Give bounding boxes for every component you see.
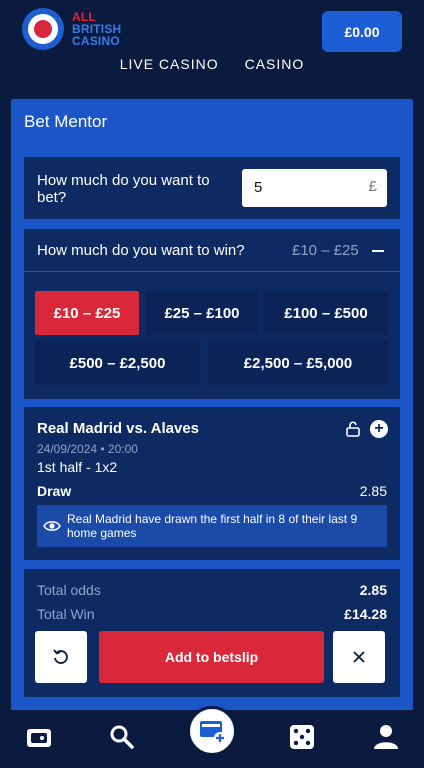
- win-target-card: How much do you want to win? £10 – £25 £…: [24, 229, 400, 399]
- eye-icon: [43, 521, 61, 531]
- unlock-icon[interactable]: [346, 421, 360, 437]
- add-selection-icon[interactable]: +: [370, 420, 388, 438]
- total-odds-value: 2.85: [359, 582, 387, 598]
- match-title: Real Madrid vs. Alaves: [37, 420, 200, 437]
- win-question: How much do you want to win?: [37, 242, 245, 259]
- total-odds-label: Total odds: [37, 582, 101, 598]
- bet-amount-input[interactable]: 5 £: [242, 169, 387, 207]
- insight-box: Real Madrid have drawn the first half in…: [37, 505, 387, 547]
- outcome-odds: 2.85: [359, 483, 387, 499]
- outcome-name: Draw: [37, 483, 72, 499]
- win-option-2500-5000[interactable]: £2,500 – £5,000: [208, 341, 388, 385]
- total-win-value: £14.28: [344, 606, 387, 622]
- market-name: 1st half - 1x2: [37, 459, 118, 475]
- insight-text: Real Madrid have drawn the first half in…: [67, 512, 358, 540]
- nav-live-casino[interactable]: LIVE CASINO: [120, 56, 219, 80]
- close-icon: [353, 651, 365, 663]
- search-icon[interactable]: [107, 722, 137, 752]
- roundel-logo: [22, 8, 64, 50]
- panel-title: Bet Mentor: [24, 112, 108, 131]
- refresh-button[interactable]: [35, 631, 87, 683]
- balance-button[interactable]: £0.00: [322, 11, 402, 52]
- win-option-25-100[interactable]: £25 – £100: [146, 291, 258, 335]
- add-to-betslip-button[interactable]: Add to betslip: [99, 631, 324, 683]
- wallet-icon[interactable]: [24, 722, 54, 752]
- brand-logo[interactable]: ALL BRITISH CASINO: [22, 8, 142, 52]
- close-button[interactable]: [333, 631, 385, 683]
- win-option-10-25[interactable]: £10 – £25: [35, 291, 139, 335]
- win-option-500-2500[interactable]: £500 – £2,500: [35, 341, 200, 385]
- selection-card: Real Madrid vs. Alaves + 24/09/2024 • 20…: [24, 407, 400, 560]
- bet-mentor-panel: Bet Mentor How much do you want to bet? …: [11, 99, 413, 711]
- win-target-header[interactable]: How much do you want to win? £10 – £25: [24, 229, 400, 272]
- user-icon[interactable]: [371, 722, 401, 752]
- bet-amount-card: How much do you want to bet? 5 £: [24, 157, 400, 219]
- nav-casino[interactable]: CASINO: [245, 56, 305, 80]
- betslip-icon: [200, 721, 226, 744]
- bet-question: How much do you want to bet?: [37, 172, 210, 206]
- totals-card: Total odds 2.85 Total Win £14.28 Add to …: [24, 569, 400, 697]
- betslip-fab[interactable]: [187, 706, 237, 756]
- win-option-100-500[interactable]: £100 – £500: [264, 291, 388, 335]
- currency-symbol: £: [368, 178, 377, 195]
- dice-icon[interactable]: [287, 722, 317, 752]
- bottom-navigation: [0, 706, 424, 768]
- bet-amount-value: 5: [254, 179, 263, 196]
- app-header: ALL BRITISH CASINO £0.00 LIVE CASINO CAS…: [0, 0, 424, 88]
- total-win-label: Total Win: [37, 606, 95, 622]
- top-navigation: LIVE CASINO CASINO: [0, 56, 424, 80]
- win-selected-range: £10 – £25: [292, 242, 359, 259]
- refresh-icon: [53, 649, 68, 664]
- collapse-minus-icon[interactable]: [372, 250, 384, 252]
- brand-wordmark: ALL BRITISH CASINO: [72, 10, 122, 48]
- match-datetime: 24/09/2024 • 20:00: [37, 442, 138, 456]
